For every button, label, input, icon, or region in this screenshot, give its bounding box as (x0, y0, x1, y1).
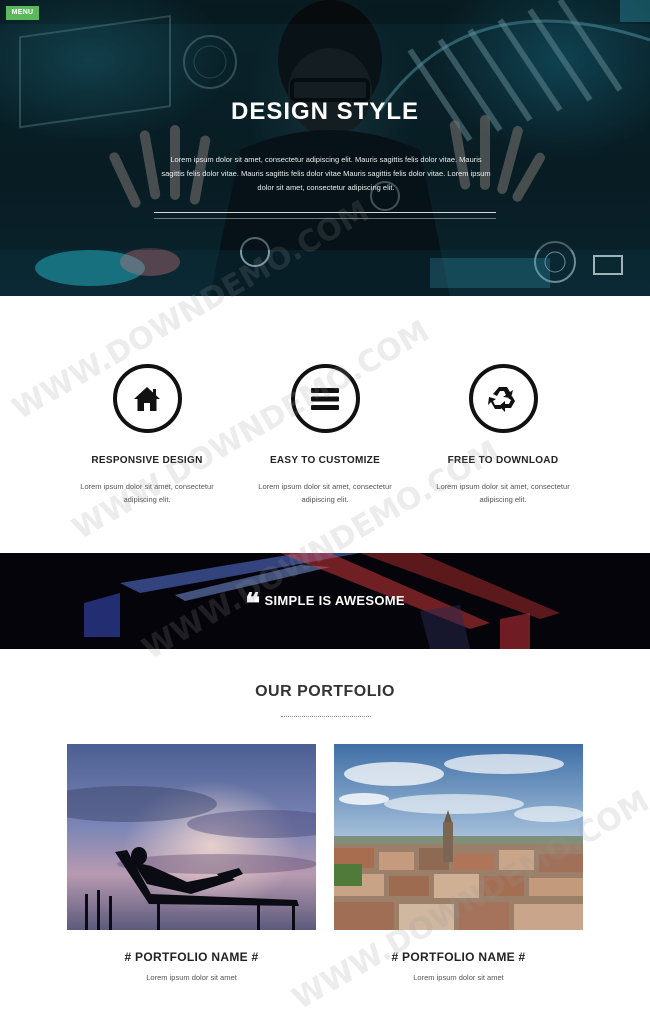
hero-divider (154, 212, 496, 213)
portfolio-image-old-town[interactable] (334, 744, 583, 930)
quote-banner: ❝ SIMPLE IS AWESOME (0, 553, 650, 649)
feature-responsive-design: RESPONSIVE DESIGN Lorem ipsum dolor sit … (57, 364, 237, 506)
portfolio-divider (281, 716, 371, 717)
portfolio-item-name: # PORTFOLIO NAME # (124, 950, 259, 964)
feature-text: Lorem ipsum dolor sit amet, consectetur … (436, 482, 570, 504)
feature-text: Lorem ipsum dolor sit amet, consectetur … (258, 482, 392, 504)
features-section: RESPONSIVE DESIGN Lorem ipsum dolor sit … (0, 296, 650, 553)
portfolio-title: OUR PORTFOLIO (255, 683, 395, 700)
feature-icon-circle (468, 364, 538, 433)
portfolio-item[interactable]: # PORTFOLIO NAME # Lorem ipsum dolor sit… (334, 744, 583, 982)
portfolio-item-text: Lorem ipsum dolor sit amet (413, 973, 504, 982)
portfolio-image-sunset-chair[interactable] (67, 744, 316, 930)
hero-description: Lorem ipsum dolor sit amet, consectetur … (161, 155, 491, 192)
feature-icon-circle (290, 364, 360, 433)
quote-label: SIMPLE IS AWESOME (264, 593, 405, 608)
feature-text: Lorem ipsum dolor sit amet, consectetur … (80, 482, 214, 504)
menu-bars-icon (311, 387, 339, 410)
portfolio-item-name: # PORTFOLIO NAME # (391, 950, 526, 964)
quote-icon: ❝ (245, 587, 261, 620)
quote-text: ❝ SIMPLE IS AWESOME (0, 587, 650, 620)
home-icon (134, 386, 160, 411)
feature-icon-circle (112, 364, 182, 433)
portfolio-item[interactable]: # PORTFOLIO NAME # Lorem ipsum dolor sit… (67, 744, 316, 982)
recycle-icon (488, 386, 515, 412)
hero-banner: MENU DESIGN STYLE Lorem ipsum dolor sit … (0, 0, 650, 296)
top-bar (0, 0, 650, 24)
feature-easy-to-customize: EASY TO CUSTOMIZE Lorem ipsum dolor sit … (235, 364, 415, 506)
menu-button[interactable]: MENU (6, 6, 39, 20)
hero-overlay (0, 24, 650, 250)
feature-title: RESPONSIVE DESIGN (91, 455, 203, 466)
feature-free-to-download: FREE TO DOWNLOAD Lorem ipsum dolor sit a… (413, 364, 593, 506)
feature-title: EASY TO CUSTOMIZE (269, 455, 381, 466)
feature-title: FREE TO DOWNLOAD (447, 455, 559, 466)
portfolio-item-text: Lorem ipsum dolor sit amet (146, 973, 237, 982)
hero-divider-secondary (154, 218, 496, 219)
portfolio-section: OUR PORTFOLIO # PORTFOLIO NAME # Lorem i… (0, 649, 650, 1020)
hero-title: DESIGN STYLE (230, 98, 420, 125)
